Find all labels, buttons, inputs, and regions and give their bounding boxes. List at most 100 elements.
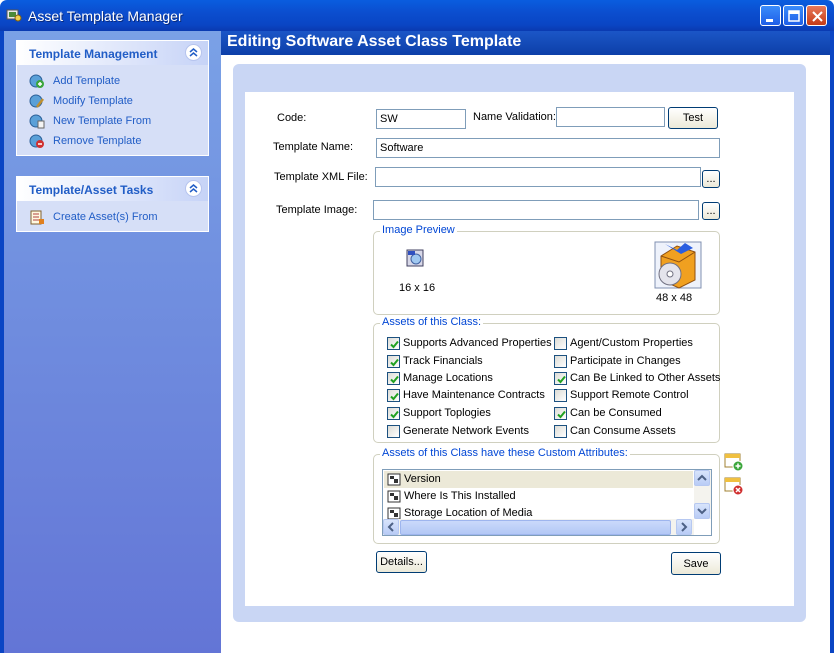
custom-attributes-title: Assets of this Class have these Custom A… <box>380 447 630 459</box>
software-small-icon <box>406 249 424 267</box>
asset-tasks-header[interactable]: Template/Asset Tasks <box>17 177 208 201</box>
template-name-field[interactable]: Software <box>376 138 720 158</box>
checkbox[interactable]: Participate in Changes <box>554 354 681 370</box>
checkbox-label: Track Financials <box>403 355 483 367</box>
xml-browse-button[interactable]: ... <box>702 170 720 188</box>
add-attribute-icon[interactable] <box>724 453 744 472</box>
main-content: Editing Software Asset Class Template Co… <box>221 31 830 653</box>
horizontal-scrollbar[interactable] <box>383 519 694 535</box>
chevron-right-icon <box>681 522 688 532</box>
list-item[interactable]: Version <box>384 471 693 488</box>
checkbox[interactable]: Can Consume Assets <box>554 424 676 440</box>
template-name-label: Template Name: <box>273 141 354 153</box>
title-bar: Asset Template Manager <box>0 0 834 31</box>
remove-template-icon <box>29 134 44 148</box>
task-sidebar: Template Management Add Template Modify … <box>4 31 221 653</box>
remove-attribute-icon[interactable] <box>724 477 744 496</box>
checkbox-box[interactable] <box>554 425 567 438</box>
details-button[interactable]: Details... <box>376 551 427 573</box>
sidebar-item-new-template-from[interactable]: New Template From <box>17 111 208 131</box>
window-title: Asset Template Manager <box>28 8 183 24</box>
checkbox[interactable]: Agent/Custom Properties <box>554 336 693 352</box>
code-field[interactable]: SW <box>376 109 466 129</box>
template-image-label: Template Image: <box>276 204 358 216</box>
checkbox-box[interactable] <box>387 389 400 402</box>
sidebar-item-label: Create Asset(s) From <box>53 211 158 223</box>
checkbox[interactable]: Generate Network Events <box>387 424 529 440</box>
checkbox-box[interactable] <box>554 389 567 402</box>
template-xml-file-label: Template XML File: <box>274 171 368 183</box>
checkbox-label: Can Consume Assets <box>570 425 676 437</box>
modify-template-icon <box>29 94 44 108</box>
checkbox[interactable]: Can be Consumed <box>554 406 662 422</box>
sidebar-item-modify-template[interactable]: Modify Template <box>17 91 208 111</box>
checkbox-box[interactable] <box>387 355 400 368</box>
list-item[interactable]: Where Is This Installed <box>384 488 693 505</box>
template-management-panel: Template Management Add Template Modify … <box>16 40 209 156</box>
name-validation-field[interactable] <box>556 107 665 127</box>
checkbox-box[interactable] <box>554 337 567 350</box>
sidebar-item-label: Remove Template <box>53 135 142 147</box>
test-button[interactable]: Test <box>668 107 718 129</box>
sidebar-item-remove-template[interactable]: Remove Template <box>17 131 208 151</box>
close-button[interactable] <box>806 5 827 26</box>
checkbox-box[interactable] <box>387 425 400 438</box>
checkbox-label: Support Remote Control <box>570 389 689 401</box>
scroll-up-button[interactable] <box>694 470 710 486</box>
checkbox-box[interactable] <box>387 372 400 385</box>
checkbox-label: Can be Consumed <box>570 407 662 419</box>
window-frame-right <box>830 31 834 653</box>
minimize-icon <box>766 19 773 22</box>
custom-attributes-group: Assets of this Class have these Custom A… <box>373 447 720 544</box>
checkbox-box[interactable] <box>554 407 567 420</box>
name-validation-label: Name Validation: <box>473 111 556 123</box>
collapse-icon[interactable] <box>185 44 202 61</box>
checkbox[interactable]: Support Toplogies <box>387 406 491 422</box>
checkbox-box[interactable] <box>554 372 567 385</box>
checkbox-box[interactable] <box>387 407 400 420</box>
image-browse-button[interactable]: ... <box>702 202 720 220</box>
list-item-label: Version <box>404 473 441 485</box>
checkbox[interactable]: Supports Advanced Properties <box>387 336 552 352</box>
scroll-right-button[interactable] <box>676 519 692 535</box>
horizontal-scroll-thumb[interactable] <box>400 520 671 535</box>
sidebar-item-label: New Template From <box>53 115 152 127</box>
attribute-icon <box>387 490 401 503</box>
assets-class-group: Assets of this Class: Supports Advanced … <box>373 316 720 443</box>
attribute-icon <box>387 473 401 486</box>
checkbox[interactable]: Manage Locations <box>387 371 493 387</box>
create-asset-icon <box>30 210 44 225</box>
list-item-label: Storage Location of Media <box>404 507 533 519</box>
image-preview-title: Image Preview <box>380 224 457 236</box>
custom-attributes-list[interactable]: Version Where Is This Installed Storage … <box>382 469 712 536</box>
template-xml-file-field[interactable] <box>375 167 701 187</box>
scroll-left-button[interactable] <box>383 519 399 535</box>
editor-panel: Code: SW Name Validation: Test Template … <box>245 92 794 606</box>
sidebar-item-create-assets-from[interactable]: Create Asset(s) From <box>17 207 208 227</box>
save-button[interactable]: Save <box>671 552 721 575</box>
checkbox-label: Have Maintenance Contracts <box>403 389 545 401</box>
sidebar-item-add-template[interactable]: Add Template <box>17 71 208 91</box>
large-size-caption: 48 x 48 <box>656 292 693 304</box>
template-management-header[interactable]: Template Management <box>17 41 208 65</box>
chevron-down-icon <box>697 508 707 515</box>
minimize-button[interactable] <box>760 5 781 26</box>
checkbox[interactable]: Track Financials <box>387 354 483 370</box>
small-size-caption: 16 x 16 <box>399 282 436 294</box>
vertical-scrollbar[interactable] <box>694 470 711 519</box>
panel-title: Template Management <box>29 47 158 61</box>
collapse-icon[interactable] <box>185 180 202 197</box>
checkbox[interactable]: Have Maintenance Contracts <box>387 388 545 404</box>
checkbox-label: Generate Network Events <box>403 425 529 437</box>
asset-tasks-panel: Template/Asset Tasks Create Asset(s) Fro… <box>16 176 209 232</box>
checkbox[interactable]: Can Be Linked to Other Assets <box>554 371 720 387</box>
checkbox[interactable]: Support Remote Control <box>554 388 689 404</box>
scroll-down-button[interactable] <box>694 503 710 519</box>
maximize-button[interactable] <box>783 5 804 26</box>
checkbox-box[interactable] <box>387 337 400 350</box>
checkbox-label: Manage Locations <box>403 372 493 384</box>
checkbox-box[interactable] <box>554 355 567 368</box>
chevron-up-icon <box>697 474 707 481</box>
template-image-field[interactable] <box>373 200 699 220</box>
checkbox-label: Participate in Changes <box>570 355 681 367</box>
